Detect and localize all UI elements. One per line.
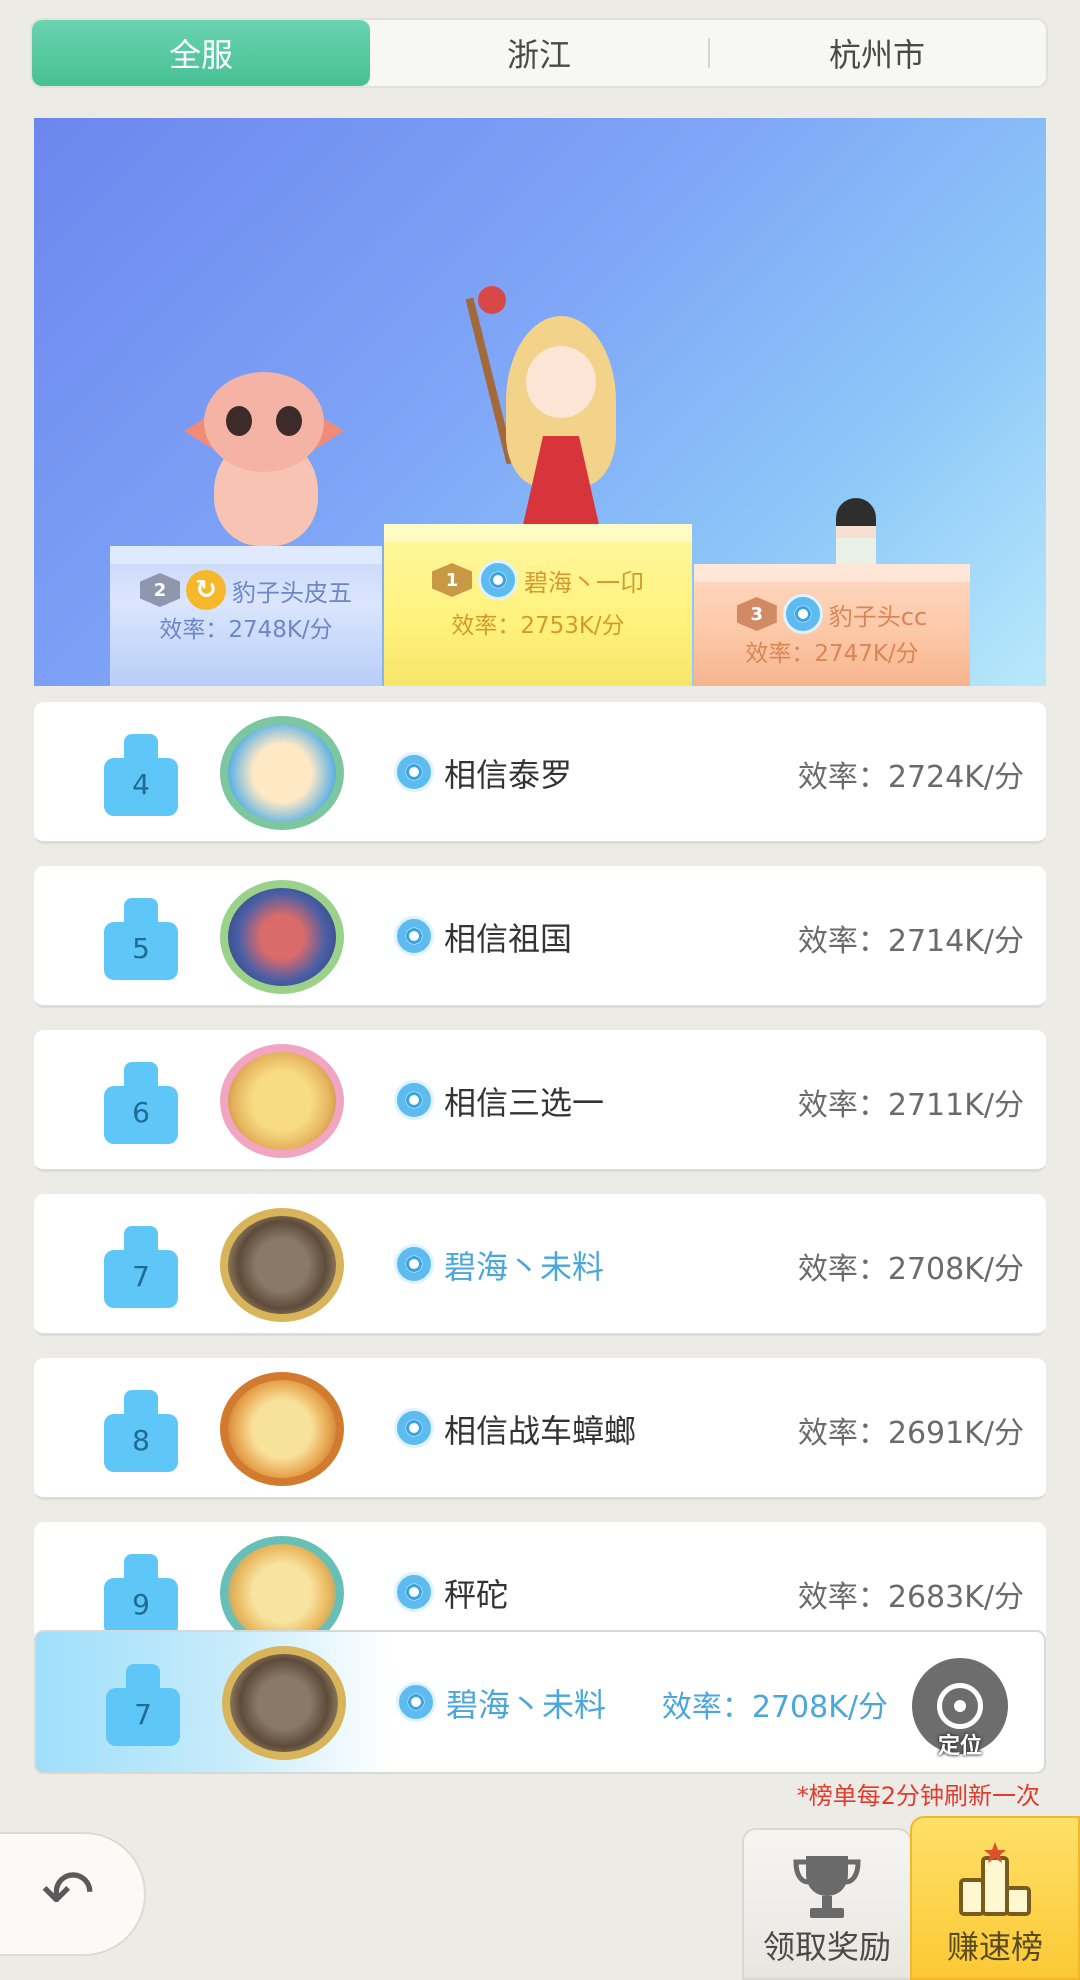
player-name: 相信泰罗 (444, 756, 573, 794)
region-tabs: 全服 浙江 杭州市 (30, 18, 1048, 88)
player-name: 碧海丶未料 (444, 1248, 605, 1286)
my-rank-row[interactable]: 7 碧海丶未料 效率：2708K/分 定位 (34, 1630, 1046, 1774)
blue-ring-badge-icon (478, 560, 518, 600)
podium-first-efficiency: 效率：2753K/分 (451, 613, 625, 639)
blue-ring-badge-icon (396, 1682, 436, 1722)
refresh-note: *榜单每2分钟刷新一次 (796, 1782, 1040, 1810)
rank-2-medal-icon: 2 (140, 573, 180, 607)
earning-ranking-button[interactable]: 赚速榜 (910, 1816, 1080, 1980)
podium-second-name: 豹子头皮五 (232, 578, 352, 607)
my-avatar[interactable] (222, 1646, 346, 1760)
podium-chart-icon (959, 1842, 1031, 1916)
rank-badge: 8 (104, 1390, 178, 1476)
rank-badge: 5 (104, 898, 178, 984)
my-player-name: 碧海丶未料 (446, 1686, 607, 1724)
locate-button[interactable]: 定位 (912, 1658, 1008, 1759)
rank-1-medal-icon: 1 (432, 563, 472, 597)
player-name: 相信战车蟑螂 (444, 1412, 637, 1450)
blue-ring-badge-icon (394, 916, 434, 956)
podium-first[interactable]: 1 碧海丶一卬 效率：2753K/分 (384, 524, 692, 686)
ranking-row[interactable]: 8 相信战车蟑螂 效率：2691K/分 (34, 1358, 1046, 1500)
podium-second-efficiency: 效率：2748K/分 (159, 617, 333, 643)
rank-badge: 4 (104, 734, 178, 820)
ranking-row[interactable]: 6 相信三选一 效率：2711K/分 (34, 1030, 1046, 1172)
back-button[interactable]: ↶ (0, 1832, 146, 1956)
podium-first-name: 碧海丶一卬 (524, 568, 644, 597)
blue-ring-badge-icon (394, 1572, 434, 1612)
second-place-character-dragon[interactable] (184, 366, 344, 556)
podium-second[interactable]: 2 ↻ 豹子头皮五 效率：2748K/分 (110, 546, 382, 686)
earning-ranking-label: 赚速榜 (946, 1928, 1043, 1966)
avatar[interactable] (220, 1208, 344, 1322)
blue-ring-badge-icon (782, 594, 823, 634)
gold-badge-icon: ↻ (186, 570, 226, 610)
locate-label: 定位 (937, 1734, 982, 1759)
avatar[interactable] (220, 880, 344, 994)
my-efficiency: 效率：2708K/分 (661, 1690, 888, 1725)
player-name: 相信祖国 (444, 920, 573, 958)
player-name: 相信三选一 (444, 1084, 605, 1122)
ranking-row[interactable]: 4 相信泰罗 效率：2724K/分 (34, 702, 1046, 844)
blue-ring-badge-icon (394, 1244, 434, 1284)
player-efficiency: 效率：2708K/分 (797, 1252, 1024, 1287)
podium-third[interactable]: 3 豹子头cc 效率：2747K/分 (694, 564, 970, 686)
ranking-row[interactable]: 7 碧海丶未料 效率：2708K/分 (34, 1194, 1046, 1336)
blue-ring-badge-icon (394, 752, 434, 792)
rank-badge: 7 (104, 1226, 178, 1312)
tab-zhejiang[interactable]: 浙江 (370, 20, 708, 86)
claim-reward-label: 领取奖励 (762, 1928, 891, 1966)
player-efficiency: 效率：2714K/分 (797, 924, 1024, 959)
player-name: 秤砣 (444, 1576, 509, 1614)
avatar[interactable] (220, 1044, 344, 1158)
rank-badge: 9 (104, 1554, 178, 1640)
player-efficiency: 效率：2691K/分 (797, 1416, 1024, 1451)
avatar[interactable] (220, 716, 344, 830)
avatar[interactable] (220, 1372, 344, 1486)
podium-third-efficiency: 效率：2747K/分 (745, 641, 919, 667)
rank-badge: 6 (104, 1062, 178, 1148)
ranking-row[interactable]: 5 相信祖国 效率：2714K/分 (34, 866, 1046, 1008)
podium-banner: 2 ↻ 豹子头皮五 效率：2748K/分 1 碧海丶一卬 效率：2753K/分 … (34, 118, 1046, 686)
claim-reward-button[interactable]: 领取奖励 (742, 1828, 912, 1980)
rank-badge: 7 (106, 1664, 180, 1750)
rank-3-medal-icon: 3 (736, 597, 777, 631)
player-efficiency: 效率：2683K/分 (797, 1580, 1024, 1615)
trophy-icon (793, 1856, 861, 1918)
crosshair-icon (937, 1683, 983, 1729)
player-efficiency: 效率：2724K/分 (797, 760, 1024, 795)
podium-third-name: 豹子头cc (828, 602, 928, 631)
blue-ring-badge-icon (394, 1080, 434, 1120)
tab-all-server[interactable]: 全服 (32, 20, 370, 86)
player-efficiency: 效率：2711K/分 (797, 1088, 1024, 1123)
blue-ring-badge-icon (394, 1408, 434, 1448)
back-arrow-icon: ↶ (41, 1857, 95, 1931)
tab-hangzhou[interactable]: 杭州市 (708, 20, 1046, 86)
